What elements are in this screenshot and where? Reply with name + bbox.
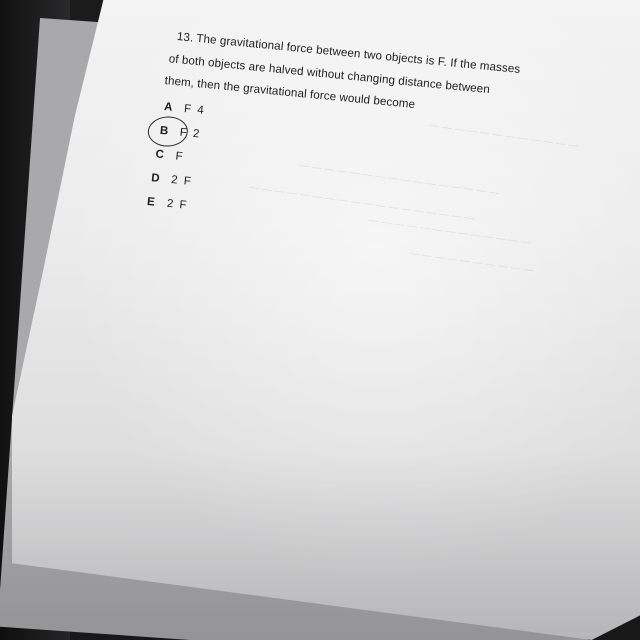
option-text: 2 F [170, 174, 193, 189]
option-text: F [174, 150, 185, 164]
option-letter: D [150, 172, 161, 185]
photo-scene: — — — — — — — — — — — — — — — — — — — — … [0, 0, 640, 640]
option-text: F 4 [183, 102, 206, 117]
option-text: 2 F [166, 197, 189, 212]
option-letter: C [155, 148, 165, 162]
option-e[interactable]: E 2 F [146, 190, 189, 218]
option-letter: E [146, 195, 156, 209]
